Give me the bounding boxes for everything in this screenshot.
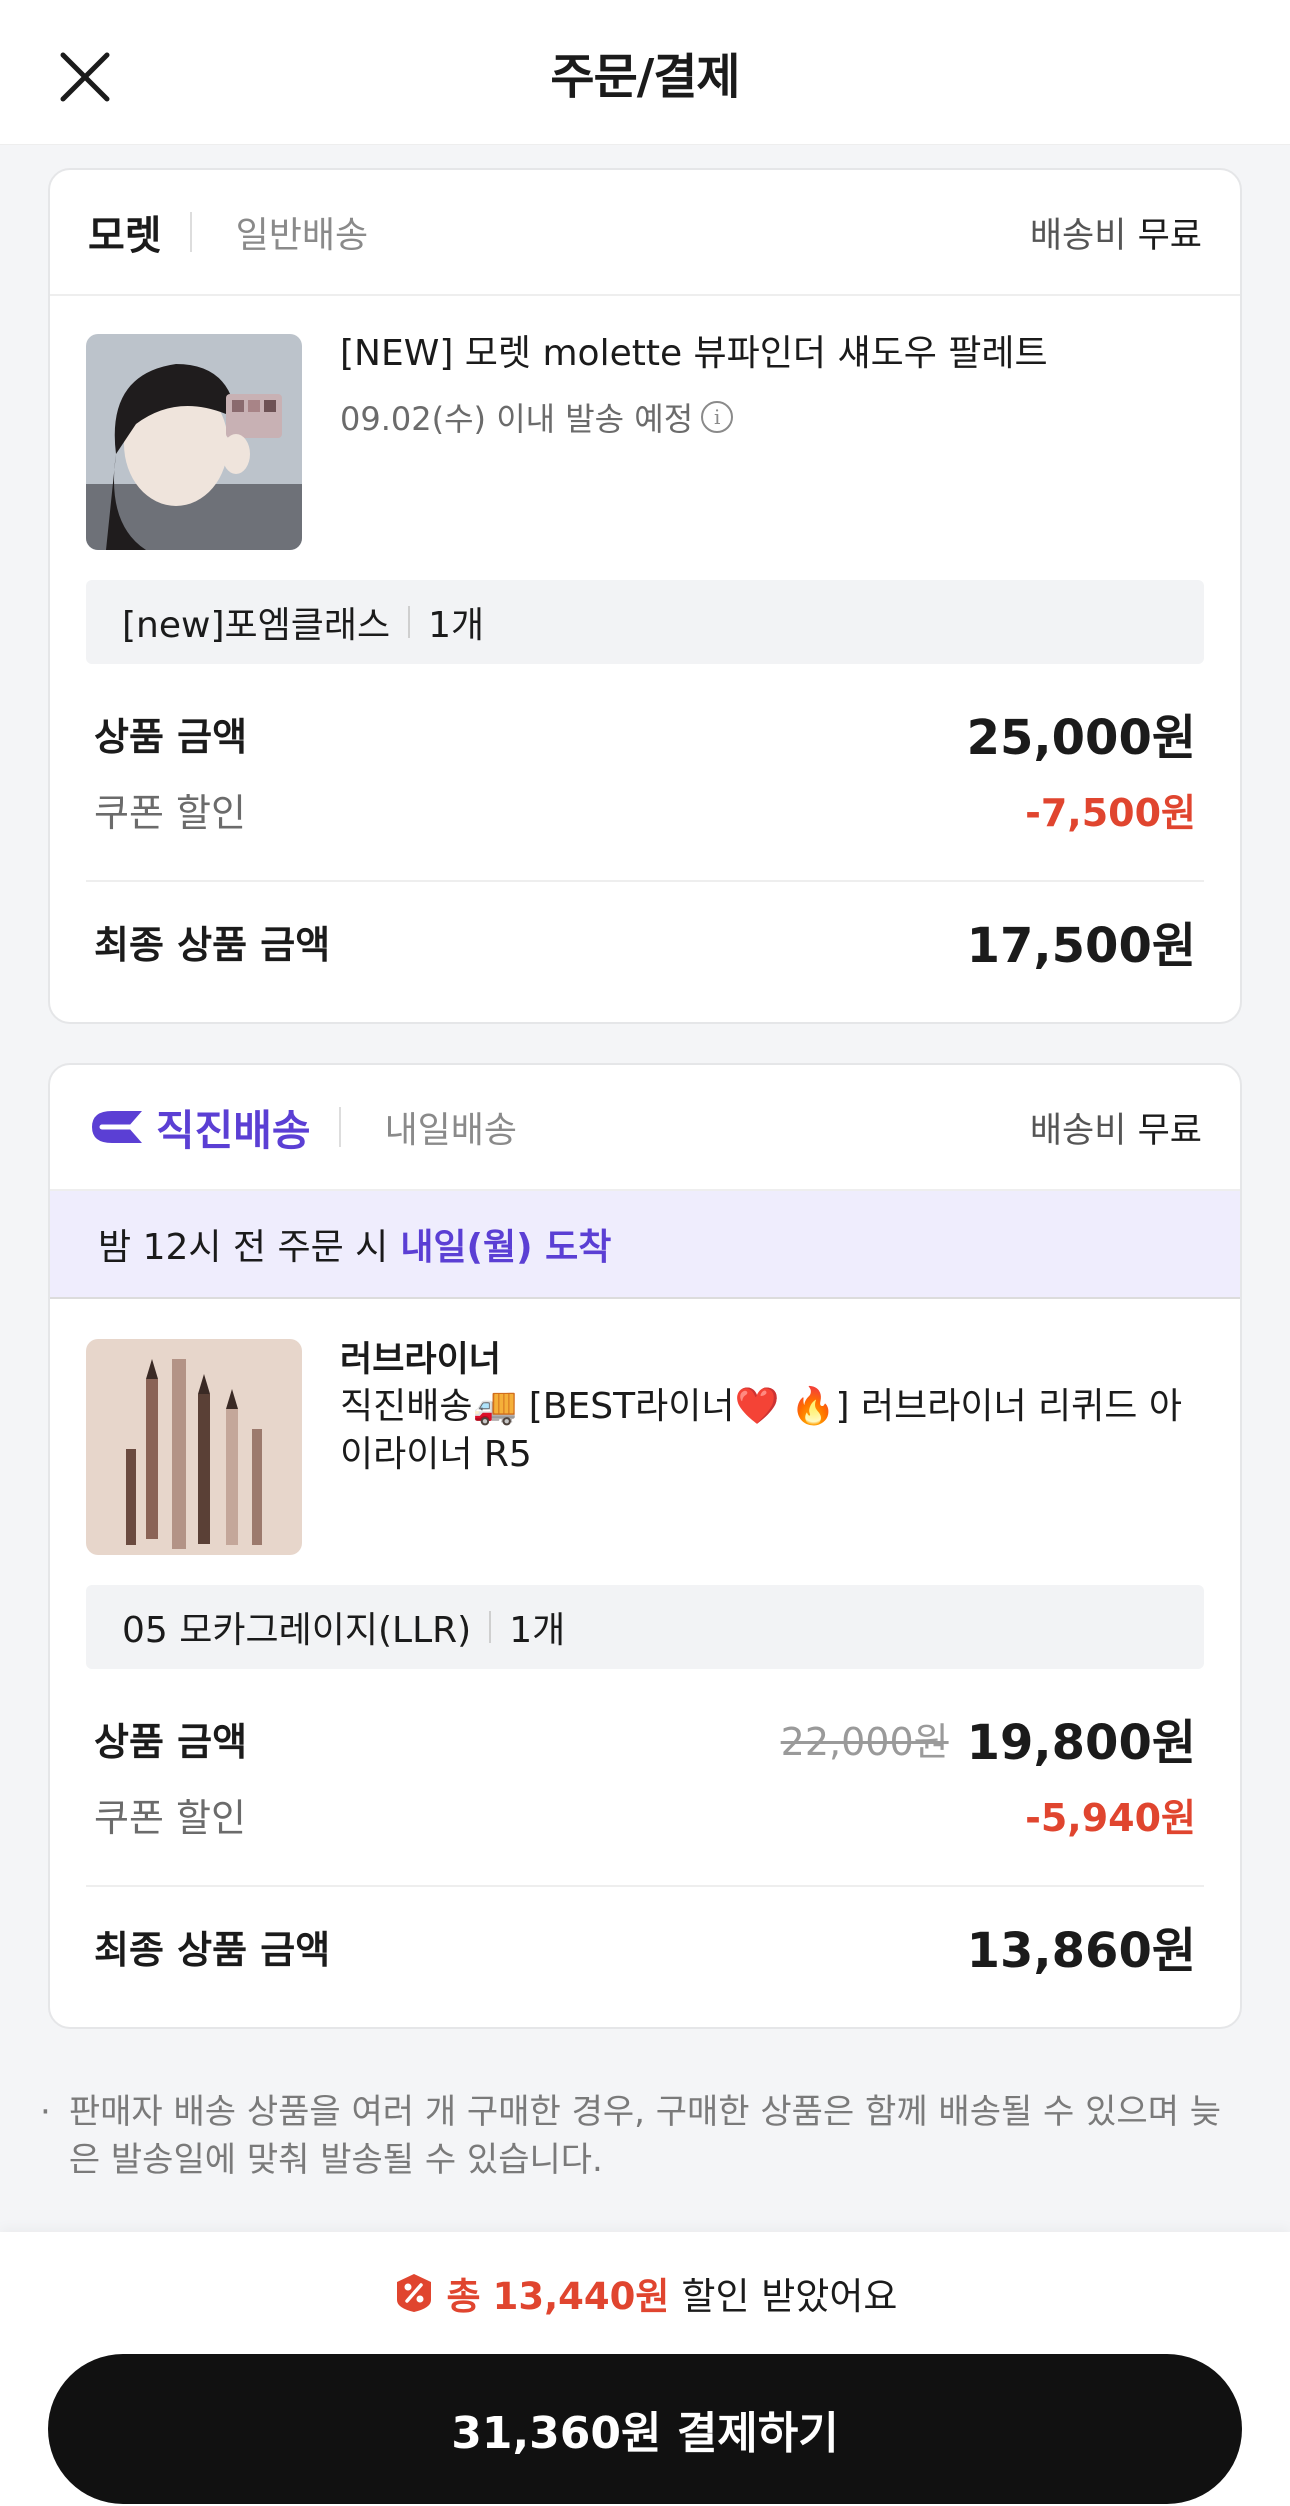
top-bar: 주문/결제 — [0, 0, 1290, 145]
shipping-fee-value: 무료 — [1137, 1110, 1202, 1151]
product-image — [86, 334, 302, 550]
banner-highlight: 내일(월) 도착 — [400, 1227, 612, 1268]
product-name[interactable]: 직진배송🚚 [BEST라이너❤️ 🔥] 러브라이너 리퀴드 아이라이너 R5 — [340, 1383, 1204, 1479]
coupon-row: 쿠폰 할인 -7,500원 — [94, 782, 1196, 837]
divider — [408, 606, 411, 638]
shipping-fee-label: 배송비 — [1029, 1110, 1127, 1151]
final-price-row: 최종 상품 금액 13,860원 — [94, 1911, 1196, 1981]
page-title: 주문/결제 — [550, 49, 740, 105]
ship-date: 09.02(수) 이내 발송 예정 i — [340, 394, 1204, 440]
saving-suffix: 할인 받았어요 — [681, 2275, 898, 2318]
divider — [489, 1611, 492, 1643]
option-quantity: 1개 — [509, 1610, 566, 1651]
direct-delivery-label: 직진배송 — [156, 1105, 311, 1155]
option-name: [new]포엠클래스 — [122, 605, 391, 646]
price-value: 19,800원 — [966, 1715, 1196, 1771]
product-info: [NEW] 모렛 molette 뷰파인더 섀도우 팔레트 09.02(수) 이… — [340, 330, 1204, 440]
divider — [86, 1885, 1204, 1887]
note-text: 판매자 배송 상품을 여러 개 구매한 경우, 구매한 상품은 함께 배송될 수… — [68, 2092, 1222, 2180]
close-icon — [60, 52, 110, 102]
product-image — [86, 1339, 302, 1555]
shipping-fee-value: 무료 — [1137, 215, 1202, 256]
saving-prefix: 총 — [446, 2275, 481, 2318]
card-header: 모렛 일반배송 배송비 무료 — [50, 170, 1240, 296]
shipping-type: 내일배송 — [384, 1110, 518, 1151]
arrow-logo-icon — [92, 1111, 142, 1143]
shipping-fee-label: 배송비 — [1029, 215, 1127, 256]
bullet: · — [40, 2092, 51, 2132]
delivery-banner: 밤 12시 전 주문 시 내일(월) 도착 — [50, 1191, 1240, 1299]
close-button[interactable] — [50, 42, 120, 112]
seller-name[interactable]: 모렛 — [88, 203, 162, 261]
divider — [338, 1107, 341, 1147]
shipping-fee: 배송비 무료 — [1030, 1102, 1202, 1153]
price-label: 상품 금액 — [94, 1719, 248, 1764]
coupon-label: 쿠폰 할인 — [94, 1796, 246, 1840]
final-price-row: 최종 상품 금액 17,500원 — [94, 906, 1196, 976]
price-value: 25,000원 — [966, 710, 1196, 766]
product-brand: 러브라이너 — [340, 1340, 502, 1380]
final-price-label: 최종 상품 금액 — [94, 922, 331, 967]
option-name: 05 모카그레이지(LLR) — [122, 1610, 472, 1651]
divider — [86, 880, 1204, 882]
shipping-type: 일반배송 — [235, 215, 369, 256]
shipping-fee: 배송비 무료 — [1030, 207, 1202, 258]
pay-button[interactable]: 31,360원 결제하기 — [48, 2354, 1242, 2504]
final-price-label: 최종 상품 금액 — [94, 1927, 331, 1972]
divider — [189, 212, 192, 252]
price-label: 상품 금액 — [94, 714, 248, 759]
order-card-direct: 직진배송 내일배송 배송비 무료 밤 12시 전 주문 시 내일(월) 도착 러… — [48, 1063, 1242, 2029]
shipping-note: · 판매자 배송 상품을 여러 개 구매한 경우, 구매한 상품은 함께 배송될… — [40, 2088, 1240, 2184]
order-card-molette: 모렛 일반배송 배송비 무료 [NEW] 모렛 molette 뷰파인더 섀도우… — [48, 168, 1242, 1024]
final-price-value: 13,860원 — [966, 1923, 1196, 1979]
product-name[interactable]: [NEW] 모렛 molette 뷰파인더 섀도우 팔레트 — [340, 330, 1204, 378]
final-price-value: 17,500원 — [966, 918, 1196, 974]
ship-date-text: 09.02(수) 이내 발송 예정 — [340, 400, 694, 438]
saving-summary: 총 13,440원 할인 받았어요 — [0, 2266, 1290, 2320]
option-box: [new]포엠클래스 1개 — [86, 580, 1204, 664]
coupon-row: 쿠폰 할인 -5,940원 — [94, 1787, 1196, 1842]
price-row: 상품 금액 25,000원 — [94, 698, 1196, 768]
saving-amount: 13,440원 — [492, 2275, 670, 2318]
bottom-bar: 총 13,440원 할인 받았어요 31,360원 결제하기 — [0, 2232, 1290, 2506]
option-box: 05 모카그레이지(LLR) 1개 — [86, 1585, 1204, 1669]
price-group: 22,000원 19,800원 — [781, 1703, 1196, 1773]
option-quantity: 1개 — [428, 605, 485, 646]
coupon-label: 쿠폰 할인 — [94, 791, 246, 835]
coupon-value: -7,500원 — [1025, 791, 1196, 835]
product-info: 러브라이너 직진배송🚚 [BEST라이너❤️ 🔥] 러브라이너 리퀴드 아이라이… — [340, 1337, 1204, 1479]
original-price: 22,000원 — [780, 1719, 949, 1764]
info-icon[interactable]: i — [701, 401, 734, 433]
card-header: 직진배송 내일배송 배송비 무료 — [50, 1065, 1240, 1191]
coupon-value: -5,940원 — [1025, 1796, 1196, 1840]
product-thumbnail[interactable] — [86, 1339, 302, 1555]
product-thumbnail[interactable] — [86, 334, 302, 550]
banner-prefix: 밤 12시 전 주문 시 — [98, 1227, 389, 1268]
direct-delivery-logo: 직진배송 — [88, 1097, 311, 1158]
price-row: 상품 금액 22,000원 19,800원 — [94, 1703, 1196, 1773]
discount-tag-icon — [396, 2274, 431, 2312]
